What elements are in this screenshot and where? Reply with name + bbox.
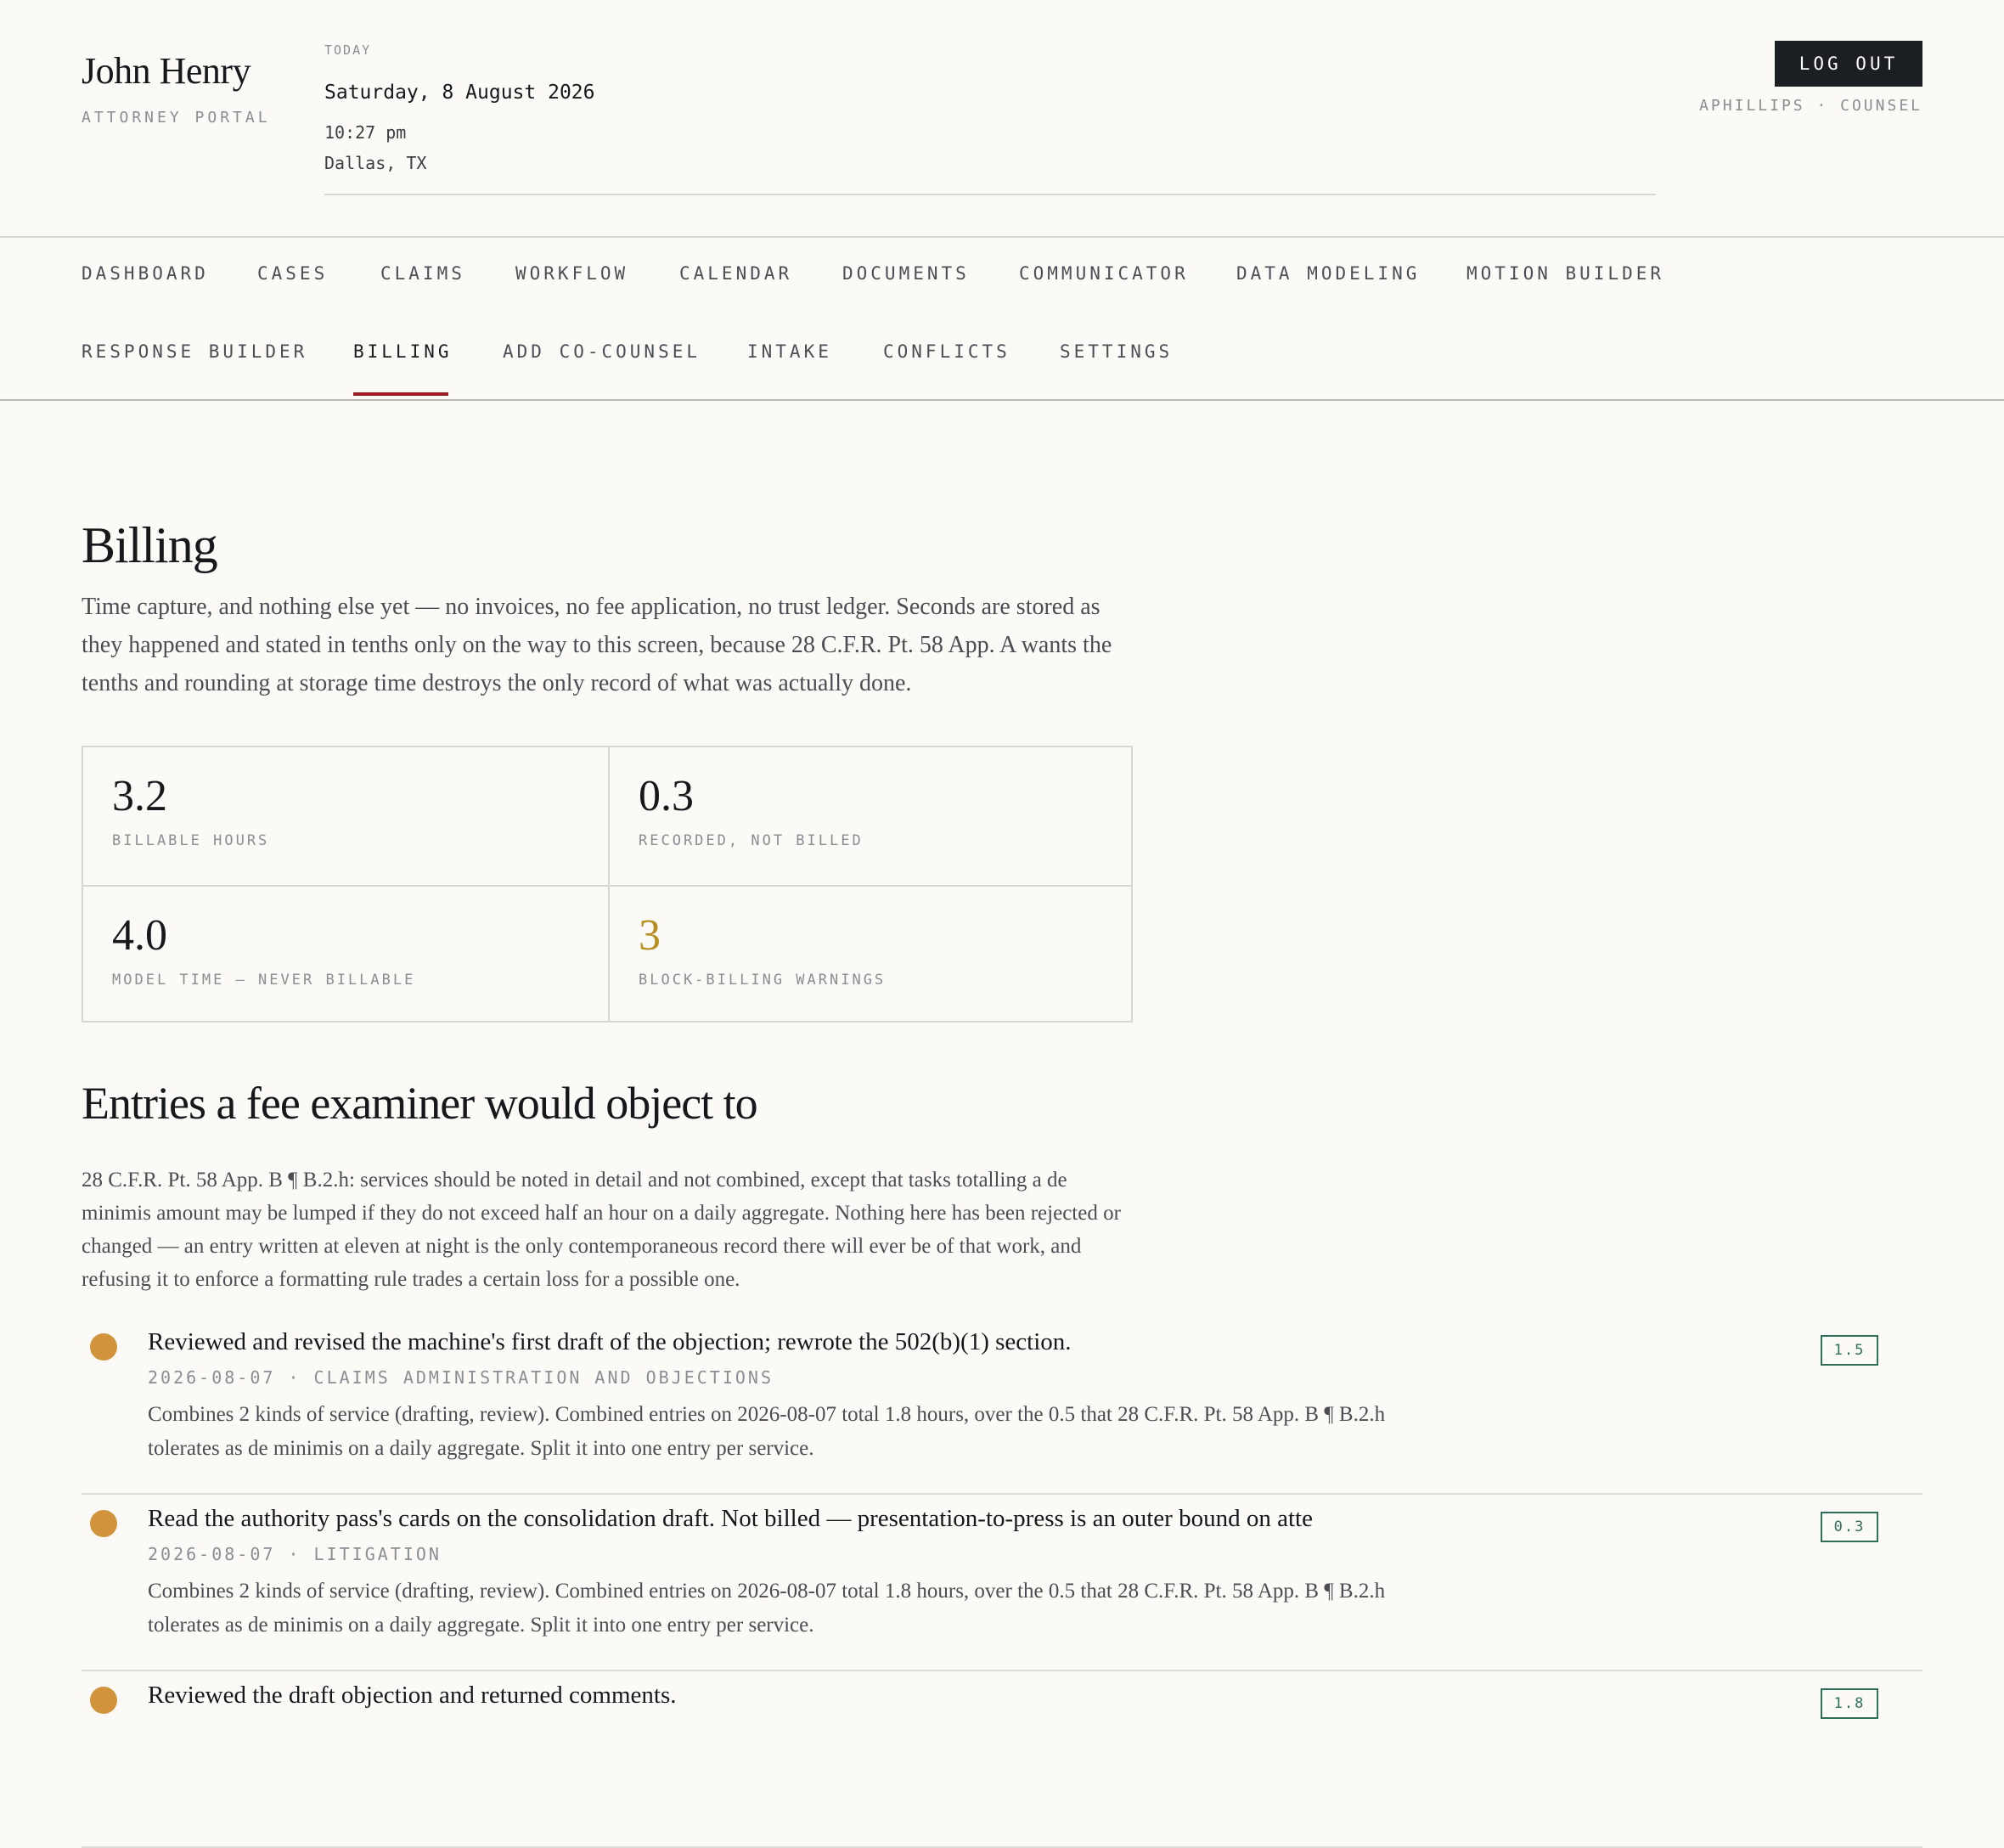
- today-block: TODAY Saturday, 8 August 2026 10:27 pm D…: [324, 41, 1656, 195]
- entry-meta: 2026-08-07 · LITIGATION: [148, 1544, 442, 1564]
- stat-value: 3.2: [112, 772, 167, 820]
- nav-settings[interactable]: SETTINGS: [1060, 341, 1173, 362]
- entry-title: Reviewed and revised the machine's first…: [148, 1328, 1072, 1355]
- entry-warning: Combines 2 kinds of service (drafting, r…: [148, 1580, 1386, 1637]
- entry-hours-badge: 0.3: [1821, 1512, 1878, 1542]
- warning-dot-icon: [90, 1333, 117, 1361]
- entry-title: Read the authority pass's cards on the c…: [148, 1505, 1313, 1532]
- logout-button[interactable]: LOG OUT: [1775, 41, 1922, 87]
- nav-add-co-counsel[interactable]: ADD CO-COUNSEL: [503, 341, 701, 362]
- stat-value: 3: [639, 911, 661, 960]
- warning-dot-icon: [90, 1510, 117, 1537]
- brand-subtitle: ATTORNEY PORTAL: [82, 109, 271, 127]
- entry-hours-badge: 1.5: [1821, 1335, 1878, 1366]
- nav-claims[interactable]: CLAIMS: [380, 263, 465, 284]
- stat-model-time: 4.0 MODEL TIME — NEVER BILLABLE: [83, 885, 608, 1023]
- stat-recorded-not-billed: 0.3 RECORDED, NOT BILLED: [608, 747, 1133, 885]
- nav-data-modeling[interactable]: DATA MODELING: [1236, 263, 1420, 284]
- stat-value: 0.3: [639, 772, 694, 820]
- stat-label: BLOCK-BILLING WARNINGS: [639, 972, 887, 989]
- nav-cases[interactable]: CASES: [257, 263, 328, 284]
- today-location: Dallas, TX: [324, 153, 427, 173]
- stat-label: MODEL TIME — NEVER BILLABLE: [112, 972, 416, 989]
- nav-conflicts[interactable]: CONFLICTS: [883, 341, 1010, 362]
- stat-label: BILLABLE HOURS: [112, 832, 270, 849]
- brand-name: John Henry: [82, 50, 251, 92]
- entry-meta: 2026-08-07 · CLAIMS ADMINISTRATION AND O…: [148, 1367, 774, 1388]
- nav-workflow[interactable]: WORKFLOW: [515, 263, 628, 284]
- nav-response-builder[interactable]: RESPONSE BUILDER: [82, 341, 307, 362]
- entry-row[interactable]: Reviewed and revised the machine's first…: [82, 1318, 1922, 1495]
- entry-warning: Combines 2 kinds of service (drafting, r…: [148, 1403, 1386, 1460]
- today-date: Saturday, 8 August 2026: [324, 82, 595, 104]
- nav-dashboard[interactable]: DASHBOARD: [82, 263, 209, 284]
- user-role: APHILLIPS · COUNSEL: [1699, 97, 1922, 115]
- nav-documents[interactable]: DOCUMENTS: [842, 263, 970, 284]
- nav-billing[interactable]: BILLING: [353, 341, 453, 362]
- page-title: Billing: [82, 517, 218, 573]
- nav-communicator[interactable]: COMMUNICATOR: [1019, 263, 1189, 284]
- warning-dot-icon: [90, 1687, 117, 1714]
- entry-row[interactable]: Read the authority pass's cards on the c…: [82, 1495, 1922, 1671]
- section-title: Entries a fee examiner would object to: [82, 1078, 758, 1129]
- entries-list: Reviewed and revised the machine's first…: [82, 1318, 1922, 1848]
- entry-title: Reviewed the draft objection and returne…: [148, 1682, 677, 1709]
- page-intro: Time capture, and nothing else yet — no …: [82, 594, 1112, 696]
- stat-billable-hours: 3.2 BILLABLE HOURS: [83, 747, 608, 885]
- section-intro: 28 C.F.R. Pt. 58 App. B ¶ B.2.h: service…: [82, 1169, 1121, 1291]
- today-label: TODAY: [324, 42, 372, 58]
- stats-grid: 3.2 BILLABLE HOURS 0.3 RECORDED, NOT BIL…: [82, 746, 1133, 1023]
- nav-intake[interactable]: INTAKE: [747, 341, 832, 362]
- stat-block-billing-warnings: 3 BLOCK-BILLING WARNINGS: [608, 885, 1133, 1023]
- today-time: 10:27 pm: [324, 122, 407, 143]
- nav-active-underline: [353, 392, 448, 396]
- main-nav: DASHBOARD CASES CLAIMS WORKFLOW CALENDAR…: [0, 236, 2004, 401]
- nav-calendar[interactable]: CALENDAR: [679, 263, 792, 284]
- entry-hours-badge: 1.8: [1821, 1688, 1878, 1719]
- stat-value: 4.0: [112, 911, 167, 960]
- entry-row[interactable]: Reviewed the draft objection and returne…: [82, 1671, 1922, 1848]
- stat-label: RECORDED, NOT BILLED: [639, 832, 864, 849]
- nav-motion-builder[interactable]: MOTION BUILDER: [1466, 263, 1664, 284]
